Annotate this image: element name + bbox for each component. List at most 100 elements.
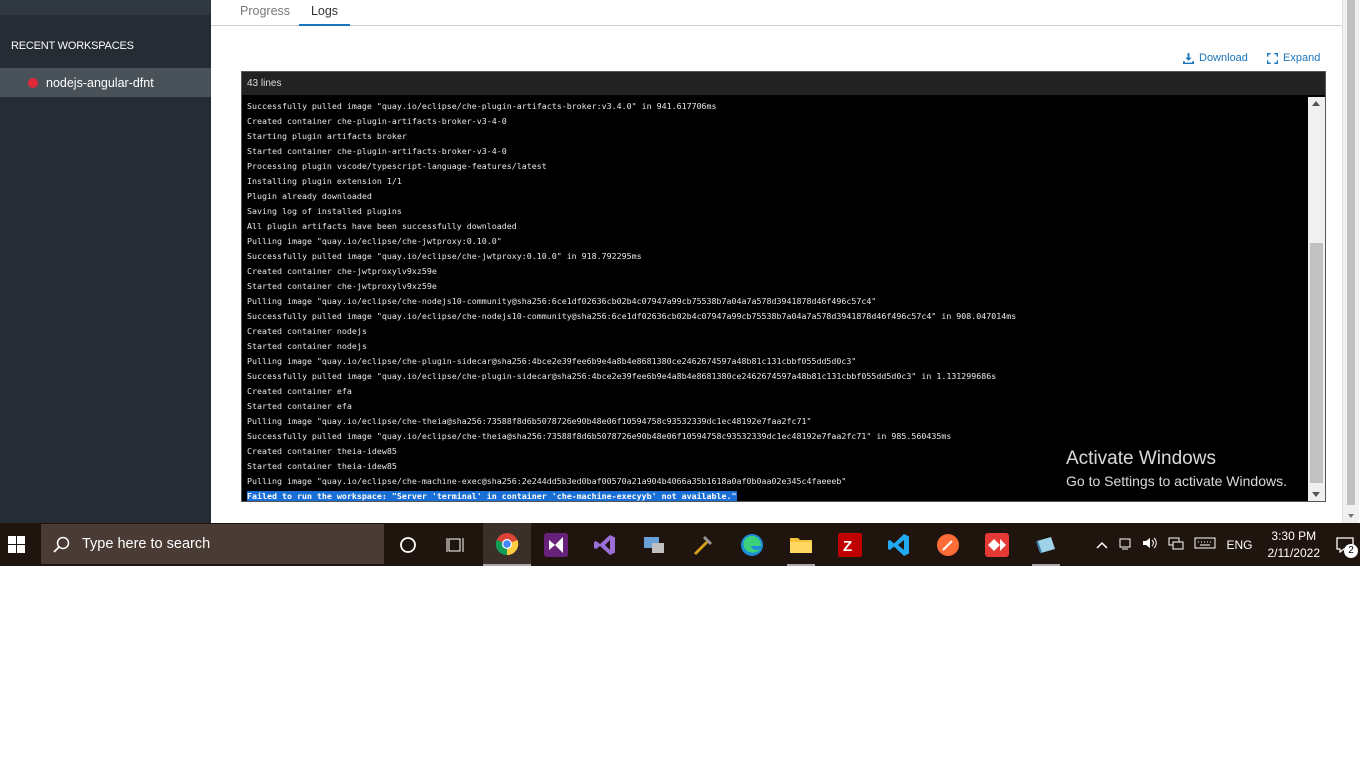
sidebar-top-region: [0, 0, 211, 15]
log-line: Successfully pulled image "quay.io/eclip…: [247, 431, 952, 441]
workspace-name: nodejs-angular-dfnt: [46, 75, 154, 90]
visual-studio-icon: [594, 534, 615, 555]
expand-label: Expand: [1283, 52, 1321, 64]
log-line: Processing plugin vscode/typescript-lang…: [247, 161, 547, 171]
tools-icon: [694, 535, 712, 555]
vscode-icon: [888, 533, 909, 556]
taskbar-network-app[interactable]: [630, 523, 678, 566]
log-line: Pulling image "quay.io/eclipse/che-plugi…: [247, 356, 857, 366]
network-icon[interactable]: [1168, 536, 1184, 553]
log-line: Starting plugin artifacts broker: [247, 131, 407, 141]
windows-logo-icon: [7, 536, 25, 553]
log-scrollbar[interactable]: [1308, 97, 1325, 501]
notification-center-button[interactable]: 2: [1330, 530, 1360, 560]
taskbar-search[interactable]: Type here to search: [41, 524, 384, 564]
webcam-icon[interactable]: [1118, 536, 1132, 553]
tab-progress[interactable]: Progress: [240, 4, 290, 18]
taskbar-vscode[interactable]: [875, 523, 923, 566]
log-line: Plugin already downloaded: [247, 191, 372, 201]
log-line: All plugin artifacts have been successfu…: [247, 221, 517, 231]
clock-date: 2/11/2022: [1267, 545, 1321, 560]
selected-error-text: Failed to run the workspace: "Server 'te…: [247, 491, 737, 501]
log-line: Successfully pulled image "quay.io/eclip…: [247, 251, 642, 261]
log-output[interactable]: Successfully pulled image "quay.io/eclip…: [242, 97, 1308, 501]
taskbar-visual-studio-dark[interactable]: [532, 523, 580, 566]
edge-icon: [741, 533, 763, 556]
expand-button[interactable]: Expand: [1267, 52, 1320, 64]
chrome-icon: [495, 532, 519, 555]
log-line: Started container che-jwtproxylv9xz59e: [247, 281, 437, 291]
log-line: Pulling image "quay.io/eclipse/che-nodej…: [247, 296, 877, 306]
activate-windows-watermark: Activate Windows Go to Settings to activ…: [1066, 448, 1287, 489]
sidebar: RECENT WORKSPACES nodejs-angular-dfnt: [0, 0, 211, 523]
log-line: Created container che-jwtproxylv9xz59e: [247, 266, 437, 276]
log-line: Created container efa: [247, 386, 352, 396]
network-app-icon: [644, 536, 664, 553]
taskbar-tools-app[interactable]: [679, 523, 727, 566]
log-scroll-thumb[interactable]: [1310, 243, 1323, 483]
log-line: Created container che-plugin-artifacts-b…: [247, 116, 507, 126]
start-button[interactable]: [0, 523, 32, 566]
tab-bar: Progress Logs: [211, 0, 1342, 26]
notebook-icon: [1036, 536, 1055, 553]
visual-studio-icon: [544, 532, 568, 557]
download-icon: [1183, 52, 1194, 64]
tab-logs[interactable]: Logs: [299, 4, 350, 26]
chevron-up-icon[interactable]: [1096, 538, 1109, 552]
log-line: Successfully pulled image "quay.io/eclip…: [247, 311, 1017, 321]
task-view-icon: [446, 537, 464, 552]
svg-text:Z: Z: [843, 538, 852, 555]
log-line-count: 43 lines: [242, 72, 1325, 95]
taskbar-chrome[interactable]: [483, 523, 531, 566]
anydesk-icon: [985, 532, 1009, 557]
log-line: Saving log of installed plugins: [247, 206, 402, 216]
log-line: Created container nodejs: [247, 326, 367, 336]
system-tray: ENG 3:30 PM 2/11/2022 2: [1091, 523, 1360, 566]
workspace-status-icon: [28, 77, 38, 88]
taskbar-postman[interactable]: [924, 523, 972, 566]
keyboard-icon[interactable]: [1194, 537, 1216, 552]
watermark-subtitle: Go to Settings to activate Windows.: [1066, 473, 1287, 489]
taskbar-edge[interactable]: [728, 523, 776, 566]
log-panel: 43 lines Successfully pulled image "quay…: [241, 71, 1326, 502]
page-scroll-down-icon[interactable]: [1348, 514, 1354, 518]
volume-icon[interactable]: [1142, 536, 1158, 553]
taskbar-visual-studio[interactable]: [581, 523, 629, 566]
log-line: Pulling image "quay.io/eclipse/che-jwtpr…: [247, 236, 502, 246]
log-line: Pulling image "quay.io/eclipse/che-theia…: [247, 416, 812, 426]
recent-workspaces-heading: RECENT WORKSPACES: [11, 40, 134, 52]
log-line: Successfully pulled image "quay.io/eclip…: [247, 101, 717, 111]
log-line: Started container che-plugin-artifacts-b…: [247, 146, 507, 156]
download-button[interactable]: Download: [1183, 52, 1248, 64]
folder-icon: [790, 537, 812, 553]
main-content: Progress Logs Download Expand 43 lines S…: [211, 0, 1342, 523]
cortana-button[interactable]: [384, 523, 432, 566]
clock-time: 3:30 PM: [1271, 528, 1317, 543]
taskbar-file-explorer[interactable]: [777, 523, 825, 566]
workspace-item[interactable]: nodejs-angular-dfnt: [0, 68, 211, 97]
taskbar: Type here to search Z ENG 3:30 PM 2/11/2…: [0, 523, 1360, 566]
log-line: Installing plugin extension 1/1: [247, 176, 402, 186]
browser-viewport: RECENT WORKSPACES nodejs-angular-dfnt Pr…: [0, 0, 1360, 523]
postman-icon: [937, 533, 959, 556]
watermark-title: Activate Windows: [1066, 448, 1216, 469]
log-line: Successfully pulled image "quay.io/eclip…: [247, 371, 997, 381]
scroll-down-icon[interactable]: [1312, 492, 1320, 497]
filezilla-icon: Z: [838, 532, 862, 557]
page-scrollbar[interactable]: [1342, 0, 1359, 523]
page-scroll-thumb[interactable]: [1347, 0, 1355, 505]
task-view-button[interactable]: [432, 523, 480, 566]
scroll-up-icon[interactable]: [1312, 101, 1320, 106]
notification-badge: 2: [1344, 543, 1358, 558]
taskbar-filezilla[interactable]: Z: [826, 523, 874, 566]
log-line-error: Failed to run the workspace: "Server 'te…: [247, 489, 1308, 501]
search-placeholder: Type here to search: [82, 536, 211, 552]
log-line: Started container efa: [247, 401, 352, 411]
language-indicator[interactable]: ENG: [1226, 538, 1252, 552]
taskbar-notebook-app[interactable]: [1022, 523, 1070, 566]
log-line: Started container nodejs: [247, 341, 367, 351]
download-label: Download: [1199, 52, 1248, 64]
taskbar-anydesk[interactable]: [973, 523, 1021, 566]
expand-icon: [1267, 52, 1278, 64]
clock[interactable]: 3:30 PM 2/11/2022: [1268, 528, 1321, 562]
